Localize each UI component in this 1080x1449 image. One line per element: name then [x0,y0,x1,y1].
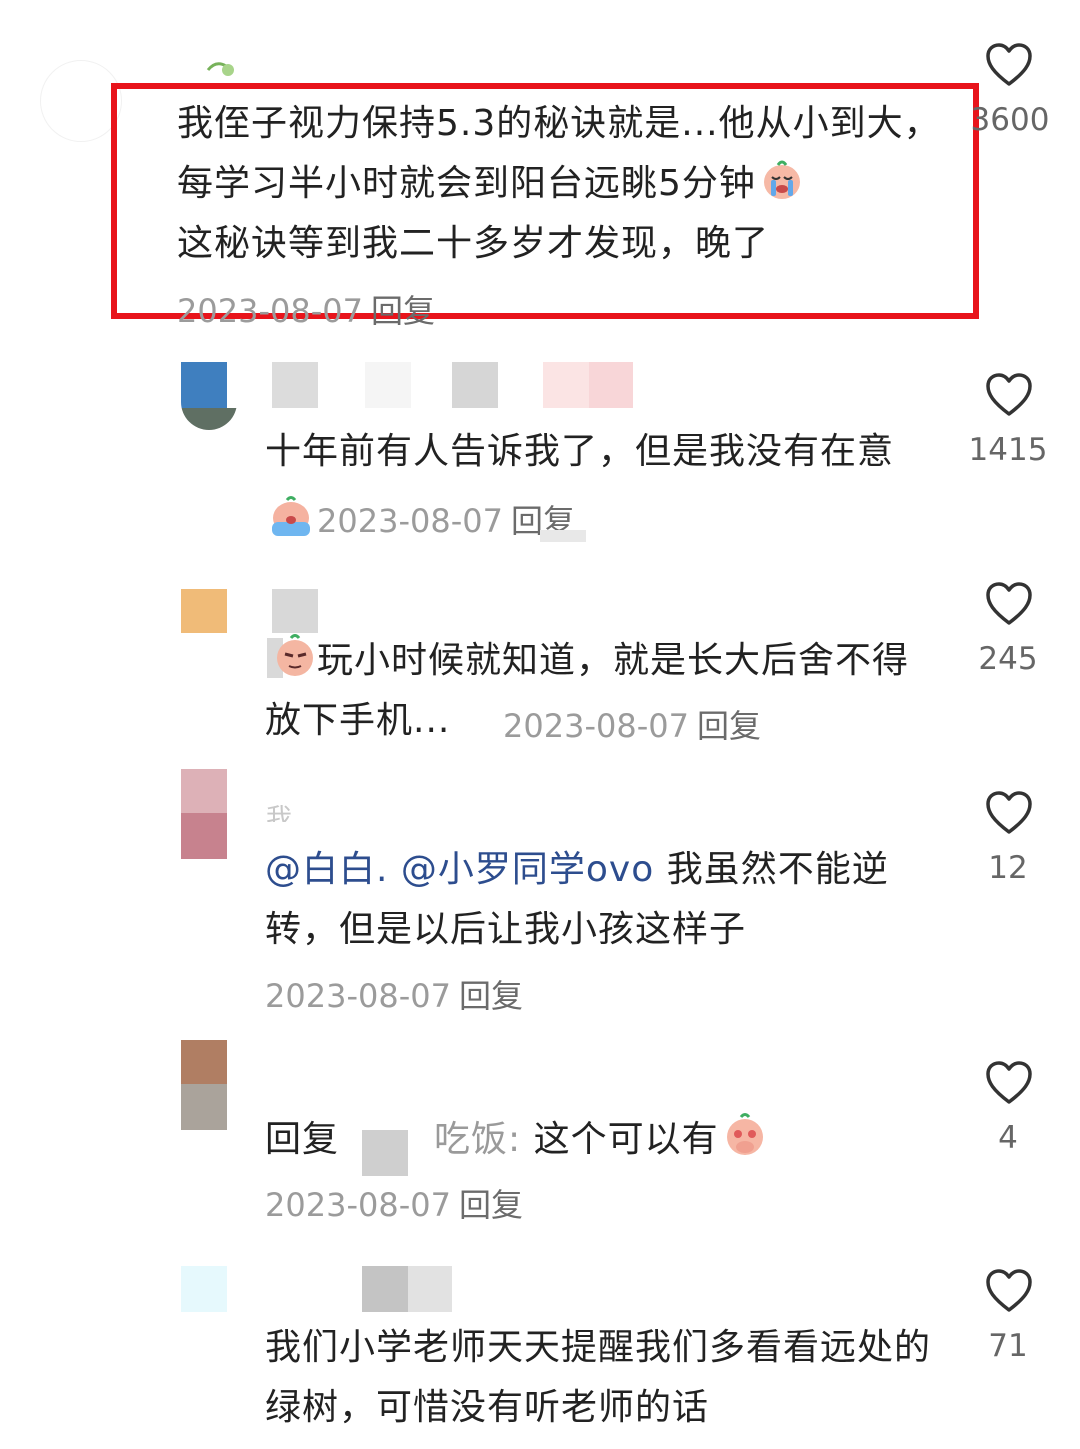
avatar-ornament-icon [206,62,234,76]
avatar[interactable] [40,60,122,142]
like-count: 4 [998,1120,1018,1156]
like-count: 1415 [968,432,1048,468]
heart-outline-icon[interactable] [985,372,1033,418]
avatar[interactable] [181,1266,227,1312]
sobbing-emoji-icon [272,496,310,536]
comment-meta: 2023-08-07 回复 [265,971,523,1017]
reply-target-name[interactable]: 吃饭: [434,1119,521,1160]
avatar[interactable] [181,769,227,859]
like-count: 71 [988,1328,1028,1364]
username-mosaic[interactable] [272,362,318,408]
comment-date: 2023-08-07 [317,502,503,540]
comment-text: 十年前有人告诉我了，但是我没有在意 [265,431,895,472]
username-mosaic[interactable] [589,362,633,408]
comment-date: 2023-08-07 [503,707,689,745]
heart-outline-icon[interactable] [985,1060,1033,1106]
mosaic-fragment [540,530,586,542]
mention-link[interactable]: @白白. [265,849,388,890]
comment-text: 我们小学老师天天提醒我们多看看远处的绿树，可惜没有听老师的话 [265,1327,932,1428]
comment-date: 2023-08-07 [265,977,451,1015]
like-count: 12 [988,850,1028,886]
crying-emoji-icon [763,160,800,199]
heart-outline-icon[interactable] [985,790,1033,836]
avatar[interactable] [181,362,237,430]
comment-meta: 2023-08-07 回复 [265,1180,523,1226]
comment-date: 2023-08-07 [265,1186,451,1224]
smirk-emoji-icon [267,634,313,678]
comment-text: @白白. @小罗同学ovo 我虽然不能逆转，但是以后让我小孩这样子 [265,849,889,950]
username-mosaic[interactable] [365,362,411,408]
comment-meta: 2023-08-07 回复 [177,286,435,332]
heart-outline-icon[interactable] [985,581,1033,627]
comment-date: 2023-08-07 [177,292,363,330]
reply-prefix: 回复 [265,1119,340,1160]
like-count: 245 [978,641,1038,677]
username-mosaic[interactable] [362,1266,408,1312]
comment-text: 我侄子视力保持5.3的秘诀就是...他从小到大，每学习半小时就会到阳台远眺5分钟… [177,103,941,264]
avatar[interactable] [181,1040,227,1130]
username-mosaic[interactable] [452,362,498,408]
like-count: 3600 [970,102,1050,138]
comment-meta: 2023-08-07 回复 [265,492,575,542]
username-mosaic[interactable] [272,589,318,633]
username-mosaic[interactable] [408,1266,452,1312]
reply-button[interactable]: 回复 [371,292,435,330]
avatar[interactable] [181,589,227,633]
username-mosaic[interactable] [543,362,589,408]
heart-outline-icon[interactable] [985,1268,1033,1314]
username[interactable]: 我 [266,798,292,822]
reply-button[interactable]: 回复 [459,1186,523,1224]
mention-link[interactable]: @小罗同学ovo [401,849,654,890]
reply-button[interactable]: 回复 [459,977,523,1015]
shy-emoji-icon [726,1113,763,1155]
reply-button[interactable]: 回复 [697,707,761,745]
username-mosaic[interactable] [362,1130,408,1176]
heart-outline-icon[interactable] [985,42,1033,88]
comment-meta: 2023-08-07 回复 [503,701,761,747]
